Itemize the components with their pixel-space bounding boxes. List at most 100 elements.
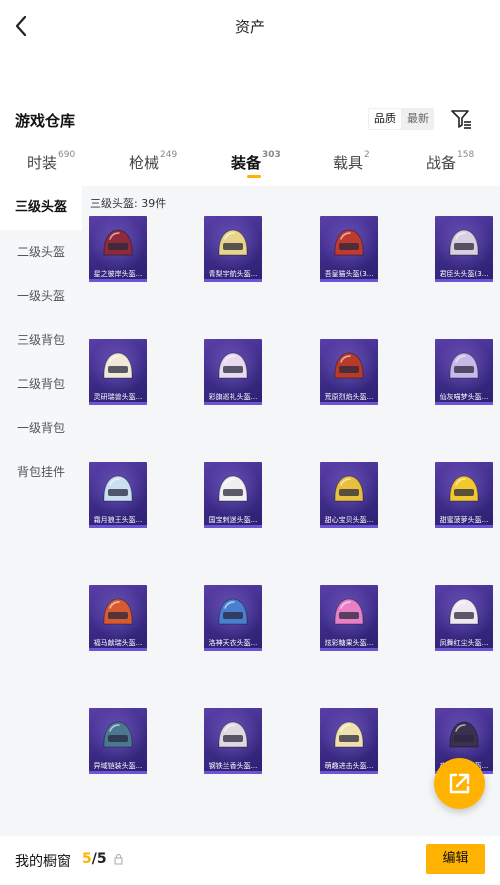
item-card[interactable]: 炫彩糖果头盔... — [320, 585, 378, 651]
tab-count: 158 — [457, 150, 475, 160]
tab-count: 690 — [58, 150, 76, 160]
helmet-icon — [218, 352, 248, 379]
tab-vehicles[interactable]: 载具2 — [333, 150, 370, 173]
tab-firearms[interactable]: 枪械249 — [129, 150, 178, 173]
sidebar-item-level2-helmet[interactable]: 二级头盔 — [0, 230, 82, 274]
item-card[interactable]: 甜心宝贝头盔... — [320, 462, 378, 528]
sort-latest-option[interactable]: 最新 — [402, 108, 434, 130]
tab-count: 2 — [364, 150, 370, 160]
quality-bar — [89, 402, 147, 405]
item-name: 钢铁兰香头盔... — [208, 762, 258, 770]
item-card[interactable]: 君臣头头盔(3... — [435, 216, 493, 282]
sidebar-item-level3-helmet[interactable]: 三级头盔 — [0, 186, 82, 230]
item-card[interactable]: 异域铠装头盔... — [89, 708, 147, 774]
top-bar: 资产 — [0, 0, 500, 52]
quality-bar — [435, 648, 493, 651]
quality-bar — [89, 648, 147, 651]
tab-combat-supplies[interactable]: 战备158 — [426, 150, 475, 173]
section-count-label: 三级头盔: 39件 — [90, 197, 167, 210]
item-card[interactable]: 霜月狼王头盔... — [89, 462, 147, 528]
item-name: 甜蜜菠萝头盔... — [439, 516, 489, 524]
helmet-icon — [449, 229, 479, 256]
item-name: 炫彩糖果头盔... — [324, 639, 374, 647]
tab-label: 载具 — [333, 154, 364, 172]
item-card[interactable]: 洛神天衣头盔... — [204, 585, 262, 651]
helmet-icon — [334, 721, 364, 748]
helmet-icon — [103, 475, 133, 502]
quality-bar — [435, 402, 493, 405]
quality-bar — [435, 279, 493, 282]
quality-bar — [89, 525, 147, 528]
helmet-icon — [334, 352, 364, 379]
item-name: 福马献瑞头盔... — [93, 639, 143, 647]
warehouse-title: 游戏仓库 — [15, 112, 76, 130]
helmet-icon — [218, 475, 248, 502]
tab-equipment[interactable]: 装备303 — [231, 150, 281, 173]
item-card[interactable]: 国宝刺迷头盔... — [204, 462, 262, 528]
showcase-total: /5 — [91, 851, 107, 867]
sidebar-item-level1-helmet[interactable]: 一级头盔 — [0, 274, 82, 318]
tab-count: 249 — [160, 150, 178, 160]
item-card[interactable]: 甜蜜菠萝头盔... — [435, 462, 493, 528]
helmet-icon — [218, 598, 248, 625]
sidebar-item-level1-backpack[interactable]: 一级背包 — [0, 406, 82, 450]
share-icon — [449, 773, 470, 794]
item-card[interactable]: 萌趣进击头盔... — [320, 708, 378, 774]
item-card[interactable]: 青梨宇航头盔... — [204, 216, 262, 282]
sidebar: 三级头盔 二级头盔 一级头盔 三级背包 二级背包 一级背包 背包挂件 — [0, 186, 82, 836]
sort-toggle: 品质 最新 — [368, 108, 434, 130]
quality-bar — [435, 525, 493, 528]
tab-fashion[interactable]: 时装690 — [27, 150, 76, 173]
item-card[interactable]: 灵研瑞兽头盔... — [89, 339, 147, 405]
helmet-icon — [103, 352, 133, 379]
helmet-icon — [218, 721, 248, 748]
quality-bar — [204, 771, 262, 774]
quality-bar — [204, 279, 262, 282]
quality-bar — [320, 648, 378, 651]
item-name: 星之彼岸头盔... — [93, 270, 143, 278]
tab-label: 装备 — [231, 154, 262, 172]
filter-icon[interactable] — [450, 108, 472, 130]
showcase-bar: 我的橱窗 5/5 编辑 — [0, 836, 500, 885]
quality-bar — [320, 525, 378, 528]
share-button[interactable] — [434, 758, 485, 809]
page-title: 资产 — [234, 18, 265, 36]
helmet-icon — [103, 721, 133, 748]
helmet-icon — [334, 475, 364, 502]
item-name: 凤舞红尘头盔... — [439, 639, 489, 647]
item-grid: 三级头盔: 39件 星之彼岸头盔... 青梨宇航头盔... 吾皇猫头盔(3... 君臣… — [82, 186, 500, 836]
quality-bar — [204, 525, 262, 528]
quality-bar — [204, 648, 262, 651]
item-card[interactable]: 星之彼岸头盔... — [89, 216, 147, 282]
helmet-icon — [449, 721, 479, 748]
item-name: 洛神天衣头盔... — [208, 639, 258, 647]
lock-icon — [114, 854, 123, 865]
item-name: 萌趣进击头盔... — [324, 762, 374, 770]
sidebar-item-level2-backpack[interactable]: 二级背包 — [0, 362, 82, 406]
item-card[interactable]: 彩旗巡礼头盔... — [204, 339, 262, 405]
sidebar-item-backpack-charm[interactable]: 背包挂件 — [0, 450, 82, 494]
quality-bar — [320, 402, 378, 405]
helmet-icon — [449, 598, 479, 625]
helmet-icon — [218, 229, 248, 256]
quality-bar — [320, 279, 378, 282]
tab-label: 枪械 — [129, 154, 160, 172]
quality-bar — [89, 771, 147, 774]
item-name: 国宝刺迷头盔... — [208, 516, 258, 524]
item-card[interactable]: 仙灰喵梦头盔... — [435, 339, 493, 405]
edit-button[interactable]: 编辑 — [426, 844, 485, 874]
item-card[interactable]: 荒原烈焰头盔... — [320, 339, 378, 405]
sidebar-item-level3-backpack[interactable]: 三级背包 — [0, 318, 82, 362]
item-card[interactable]: 钢铁兰香头盔... — [204, 708, 262, 774]
helmet-icon — [449, 352, 479, 379]
item-name: 君臣头头盔(3... — [439, 270, 489, 278]
sort-quality-option[interactable]: 品质 — [369, 109, 401, 129]
active-tab-indicator — [247, 175, 261, 178]
item-name: 异域铠装头盔... — [93, 762, 143, 770]
item-name: 青梨宇航头盔... — [208, 270, 258, 278]
item-name: 吾皇猫头盔(3... — [324, 270, 374, 278]
item-card[interactable]: 吾皇猫头盔(3... — [320, 216, 378, 282]
item-name: 彩旗巡礼头盔... — [208, 393, 258, 401]
item-card[interactable]: 凤舞红尘头盔... — [435, 585, 493, 651]
item-card[interactable]: 福马献瑞头盔... — [89, 585, 147, 651]
